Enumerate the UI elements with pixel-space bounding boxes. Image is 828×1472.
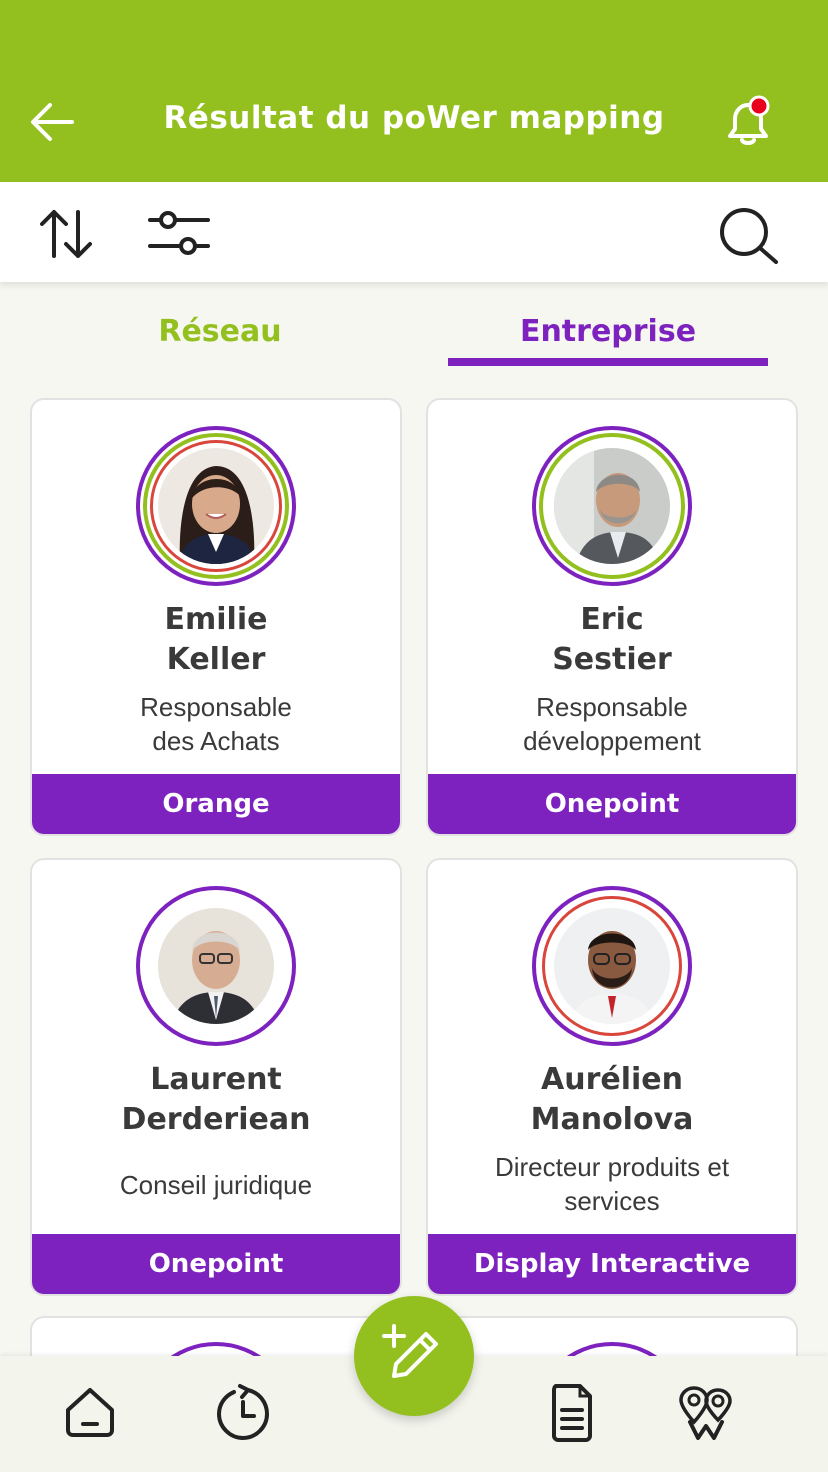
add-edit-button[interactable]: [354, 1296, 474, 1416]
tab-entreprise[interactable]: Entreprise: [448, 314, 768, 349]
notifications-button[interactable]: [718, 92, 778, 152]
bell-icon: [728, 95, 770, 145]
search-icon: [720, 208, 778, 264]
search-button[interactable]: [716, 204, 782, 266]
tab-reseau[interactable]: Réseau: [60, 314, 380, 349]
avatar-photo: [554, 448, 670, 564]
contact-card[interactable]: Aurélien Manolova Directeur produits et …: [426, 858, 798, 1296]
active-tab-indicator: [448, 358, 768, 366]
contact-card[interactable]: Emilie Keller Responsable des Achats Ora…: [30, 398, 402, 836]
sliders-icon: [148, 211, 210, 255]
document-icon: [552, 1384, 592, 1442]
map-pins-icon: [679, 1386, 732, 1440]
history-icon: [216, 1384, 270, 1441]
avatar-photo: [554, 908, 670, 1024]
contact-role: Directeur produits et services: [494, 1152, 730, 1216]
avatar: [136, 426, 296, 586]
home-icon: [66, 1388, 114, 1437]
contact-name: Emilie Keller: [164, 602, 268, 677]
avatar: [532, 426, 692, 586]
sort-arrows-icon: [40, 210, 92, 258]
contact-name: Aurélien Manolova: [530, 1062, 694, 1137]
tab-bar: Réseau Entreprise: [0, 300, 828, 380]
company-badge: Orange: [32, 774, 400, 834]
contact-role: Responsable des Achats: [140, 692, 292, 756]
avatar-photo: [158, 448, 274, 564]
nav-home[interactable]: [60, 1382, 120, 1442]
avatar-photo: [158, 908, 274, 1024]
company-badge: Display Interactive: [428, 1234, 796, 1294]
toolbar: [0, 182, 828, 282]
contact-card[interactable]: Eric Sestier Responsable développement O…: [426, 398, 798, 836]
nav-map[interactable]: [676, 1382, 736, 1442]
contact-card[interactable]: Laurent Derderiean Conseil juridique One…: [30, 858, 402, 1296]
contact-name: Eric Sestier: [552, 602, 672, 677]
app-bar: Résultat du poWer mapping: [0, 0, 828, 182]
contact-name: Laurent Derderiean: [121, 1062, 311, 1137]
filter-button[interactable]: [146, 208, 212, 258]
company-badge: Onepoint: [428, 774, 796, 834]
contact-role: Responsable développement: [523, 692, 701, 756]
contact-role: Conseil juridique: [119, 1170, 313, 1200]
nav-documents[interactable]: [542, 1382, 602, 1442]
avatar: [532, 886, 692, 1046]
add-edit-icon: [382, 1324, 438, 1378]
sort-button[interactable]: [34, 206, 98, 262]
page-title: Résultat du poWer mapping: [163, 100, 665, 136]
nav-history[interactable]: [212, 1382, 272, 1442]
company-badge: Onepoint: [32, 1234, 400, 1294]
avatar: [136, 886, 296, 1046]
notification-dot: [748, 95, 770, 117]
